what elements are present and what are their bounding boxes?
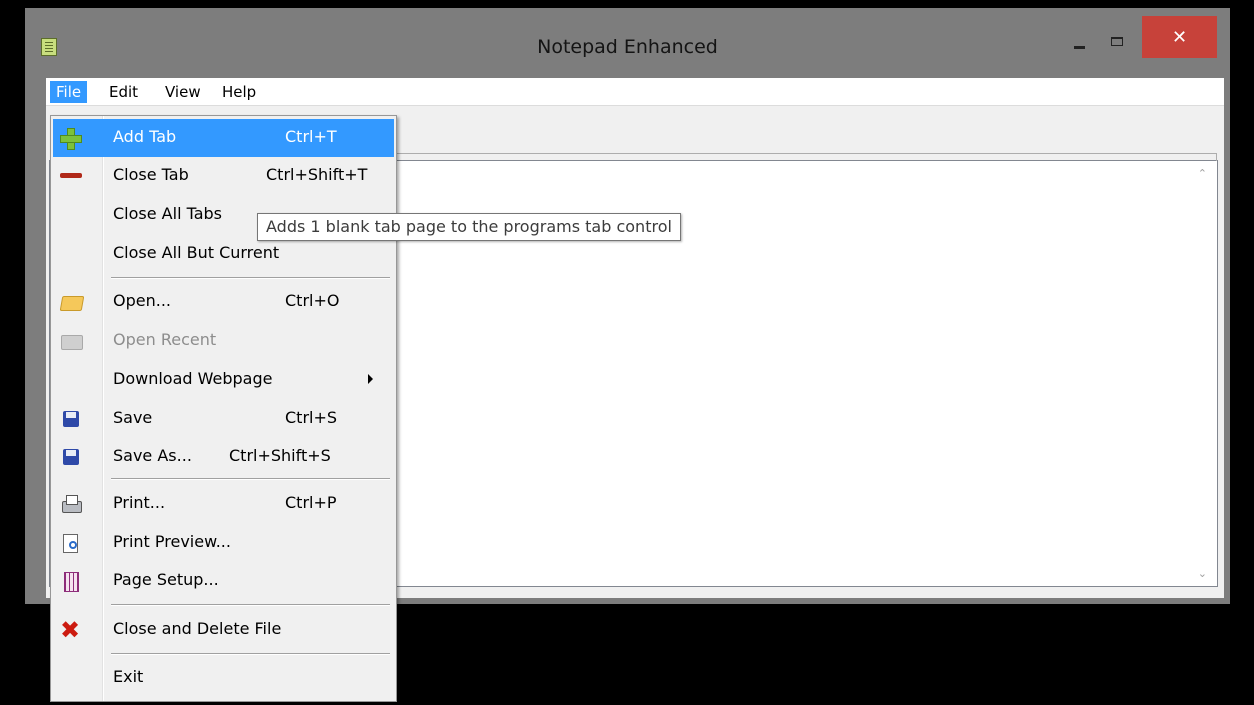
menu-item-label: Save (113, 408, 153, 427)
menu-item-exit[interactable]: Exit (53, 659, 394, 696)
menu-item-label: Print Preview... (113, 532, 231, 551)
menu-item-download-webpage[interactable]: Download Webpage (53, 361, 394, 398)
menu-item-label: Save As... (113, 446, 192, 465)
menu-file[interactable]: File (50, 81, 88, 103)
menu-item-open-recent[interactable]: Open Recent (53, 322, 394, 359)
close-icon: ✕ (1171, 26, 1188, 48)
menu-item-label: Page Setup... (113, 570, 219, 589)
folder-disabled-icon (59, 330, 83, 352)
menu-item-open[interactable]: Open... Ctrl+O (53, 283, 394, 320)
menu-item-print[interactable]: Print... Ctrl+P (53, 485, 394, 522)
save-as-icon (59, 446, 81, 468)
menu-view[interactable]: View (159, 81, 207, 103)
menu-item-label: Print... (113, 493, 166, 512)
menu-separator (111, 604, 390, 606)
menu-item-save-as[interactable]: Save As... Ctrl+Shift+S (53, 438, 394, 475)
menu-help[interactable]: Help (216, 81, 262, 103)
menu-item-label: Exit (113, 667, 144, 686)
menu-item-shortcut: Ctrl+Shift+S (229, 446, 331, 465)
menu-item-label: Close Tab (113, 165, 189, 184)
close-button[interactable]: ✕ (1142, 16, 1217, 58)
menu-separator (111, 277, 390, 279)
menu-item-page-setup[interactable]: Page Setup... (53, 562, 394, 599)
title-bar[interactable]: Notepad Enhanced ✕ (25, 8, 1230, 78)
delete-icon: ✖ (59, 616, 81, 644)
file-menu-dropdown: Add Tab Ctrl+T Close Tab Ctrl+Shift+T Cl… (50, 115, 397, 702)
page-setup-icon (59, 570, 81, 592)
scroll-down-arrow-icon[interactable]: ⌄ (1198, 567, 1207, 580)
menu-item-label: Close and Delete File (113, 619, 282, 638)
menu-item-close-tab[interactable]: Close Tab Ctrl+Shift+T (53, 157, 394, 194)
menu-item-label: Download Webpage (113, 369, 273, 388)
save-icon (59, 408, 81, 430)
remove-icon (59, 165, 82, 187)
submenu-arrow-icon (368, 374, 373, 384)
printer-icon (59, 493, 82, 515)
menu-item-label: Open... (113, 291, 171, 310)
scroll-up-arrow-icon[interactable]: ⌃ (1198, 167, 1207, 180)
menu-item-label: Close All Tabs (113, 204, 223, 223)
add-icon (59, 127, 82, 150)
window-title: Notepad Enhanced (537, 36, 718, 58)
tooltip: Adds 1 blank tab page to the programs ta… (257, 213, 681, 241)
menu-item-label: Open Recent (113, 330, 217, 349)
menu-item-shortcut: Ctrl+O (285, 291, 340, 310)
menu-item-shortcut: Ctrl+S (285, 408, 338, 427)
menu-item-save[interactable]: Save Ctrl+S (53, 400, 394, 437)
menu-item-shortcut: Ctrl+Shift+T (266, 165, 368, 184)
menu-item-add-tab[interactable]: Add Tab Ctrl+T (53, 119, 394, 157)
menu-item-close-and-delete[interactable]: ✖ Close and Delete File (53, 611, 394, 648)
menu-item-shortcut: Ctrl+T (285, 127, 337, 146)
print-preview-icon (59, 532, 81, 554)
minimize-button[interactable] (1063, 18, 1096, 64)
maximize-button[interactable] (1100, 18, 1133, 64)
menu-item-label: Add Tab (113, 127, 177, 146)
folder-icon (59, 291, 81, 313)
menu-item-print-preview[interactable]: Print Preview... (53, 524, 394, 561)
menu-bar: File Edit View Help (46, 78, 1224, 106)
menu-separator (111, 653, 390, 655)
menu-item-label: Close All But Current (113, 243, 280, 262)
menu-separator (111, 478, 390, 480)
menu-edit[interactable]: Edit (103, 81, 144, 103)
menu-item-shortcut: Ctrl+P (285, 493, 337, 512)
